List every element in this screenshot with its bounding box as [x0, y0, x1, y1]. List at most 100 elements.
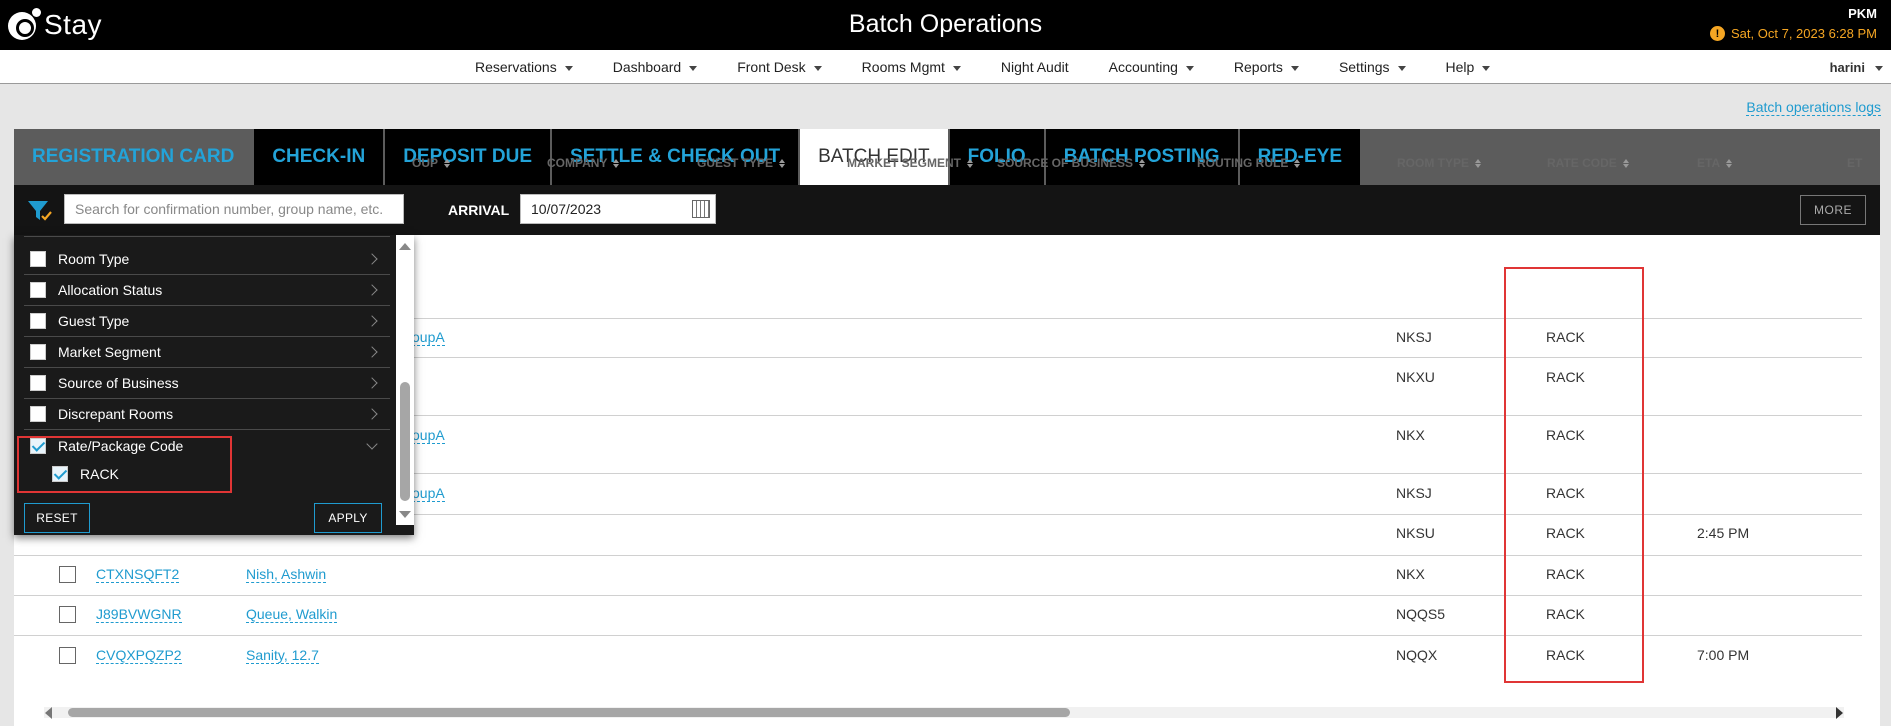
filter-item-allocation-status[interactable]: Allocation Status: [24, 275, 390, 306]
apply-button[interactable]: APPLY: [314, 503, 382, 533]
filter-item-label: Allocation Status: [58, 282, 163, 298]
scroll-left-icon[interactable]: [45, 707, 52, 719]
menu-item-help[interactable]: Help: [1446, 59, 1491, 75]
column-header-routing-rule[interactable]: ROUTING RULE: [1197, 156, 1301, 170]
row-checkbox[interactable]: [59, 606, 76, 623]
hotel-code[interactable]: PKM: [1848, 6, 1877, 21]
app-logo[interactable]: Stay: [8, 6, 102, 44]
chevron-down-icon: [1482, 65, 1491, 71]
room-type-cell: NKX: [1396, 427, 1425, 443]
menu-item-reservations[interactable]: Reservations: [475, 59, 573, 75]
filter-scrollbar[interactable]: [396, 235, 414, 525]
guest-name-link[interactable]: Queue, Walkin: [246, 606, 338, 623]
top-header: Stay Batch Operations PKM ! Sat, Oct 7, …: [0, 0, 1891, 50]
tab-deposit-due[interactable]: DEPOSIT DUE: [385, 129, 553, 185]
sort-icon: [1475, 158, 1482, 168]
filter-item-source-of-business[interactable]: Source of Business: [24, 368, 390, 399]
logo-text: Stay: [44, 9, 103, 40]
menu-item-settings[interactable]: Settings: [1339, 59, 1406, 75]
horizontal-scroll-thumb[interactable]: [68, 708, 1070, 717]
chevron-right-icon: [366, 284, 378, 296]
column-header-eta[interactable]: ETA: [1697, 156, 1733, 170]
filter-item-label: Guest Type: [58, 313, 130, 329]
menu-item-accounting[interactable]: Accounting: [1109, 59, 1194, 75]
scroll-up-icon[interactable]: [399, 243, 411, 250]
room-type-cell: NQQX: [1396, 647, 1438, 663]
checkbox[interactable]: [30, 313, 46, 329]
chevron-right-icon: [366, 315, 378, 327]
menu-item-label: Reports: [1233, 59, 1283, 75]
column-header-company[interactable]: COMPANY: [547, 156, 620, 170]
menu-item-reports[interactable]: Reports: [1234, 59, 1299, 75]
group-link[interactable]: oupA: [412, 329, 445, 346]
sort-icon: [613, 158, 620, 168]
column-header-rate-code[interactable]: RATE CODE: [1547, 156, 1629, 170]
reset-button[interactable]: RESET: [24, 503, 90, 533]
sort-icon: [1726, 158, 1733, 168]
filter-icon[interactable]: [26, 198, 54, 224]
business-date-text: Sat, Oct 7, 2023 6:28 PM: [1731, 26, 1877, 41]
confirmation-link[interactable]: CVQXPQZP2: [96, 647, 182, 664]
sort-icon: [779, 158, 786, 168]
checkbox[interactable]: [30, 344, 46, 360]
menu-items: Reservations Dashboard Front Desk Rooms Mgm…: [475, 50, 1530, 84]
column-header-guest-type[interactable]: GUEST TYPE: [697, 156, 786, 170]
chevron-down-icon: [1397, 65, 1406, 71]
filter-item-room-type[interactable]: Room Type: [24, 244, 390, 275]
guest-name-link[interactable]: Nish, Ashwin: [246, 566, 327, 583]
column-header-group[interactable]: OUP: [412, 156, 451, 170]
menu-item-night-audit[interactable]: Night Audit: [1001, 59, 1069, 75]
menu-item-label: Help: [1445, 59, 1475, 75]
filter-item-guest-type[interactable]: Guest Type: [24, 306, 390, 337]
column-header-market-segment[interactable]: MARKET SEGMENT: [847, 156, 973, 170]
tab-registration-card[interactable]: REGISTRATION CARD: [14, 129, 255, 185]
checkbox[interactable]: [30, 282, 46, 298]
rate-code-highlight: [1504, 267, 1644, 683]
row-checkbox[interactable]: [59, 566, 76, 583]
confirmation-link[interactable]: J89BVWGNR: [96, 606, 182, 623]
scroll-right-icon[interactable]: [1836, 707, 1843, 719]
eta-cell: 2:45 PM: [1697, 525, 1750, 541]
search-input[interactable]: [64, 194, 404, 224]
checkbox[interactable]: [30, 375, 46, 391]
checkbox[interactable]: [30, 251, 46, 267]
sort-icon: [1622, 158, 1629, 168]
scroll-down-icon[interactable]: [399, 511, 411, 518]
chevron-down-icon: [366, 437, 378, 450]
group-link[interactable]: oupA: [412, 427, 445, 444]
rate-package-highlight: [17, 436, 232, 493]
filter-item-partial: [24, 235, 390, 237]
arrival-date-input[interactable]: [520, 194, 716, 224]
filter-scroll-thumb[interactable]: [400, 382, 410, 501]
user-menu[interactable]: harini: [1830, 50, 1883, 84]
filter-bar: ARRIVAL MORE: [14, 185, 1880, 235]
tab-check-in[interactable]: CHECK-IN: [254, 129, 386, 185]
confirmation-link[interactable]: CTXNSQFT2: [96, 566, 180, 583]
column-header-source-of-business[interactable]: SOURCE OF BUSINESS: [997, 156, 1146, 170]
chevron-down-icon: [1875, 65, 1883, 71]
menu-item-rooms-mgmt[interactable]: Rooms Mgmt: [862, 59, 961, 75]
calendar-icon[interactable]: [692, 200, 710, 218]
column-header-room-type[interactable]: ROOM TYPE: [1397, 156, 1482, 170]
column-header-etd[interactable]: ET: [1847, 156, 1862, 170]
menu-item-front-desk[interactable]: Front Desk: [737, 59, 822, 75]
chevron-down-icon: [689, 65, 698, 71]
menu-item-dashboard[interactable]: Dashboard: [613, 59, 698, 75]
menu-item-label: Dashboard: [612, 59, 682, 75]
room-type-cell: NKSJ: [1396, 329, 1432, 345]
checkbox[interactable]: [30, 406, 46, 422]
room-type-cell: NKSU: [1396, 525, 1435, 541]
more-button[interactable]: MORE: [1800, 195, 1866, 225]
group-link[interactable]: oupA: [412, 485, 445, 502]
chevron-down-icon: [1185, 65, 1194, 71]
row-checkbox[interactable]: [59, 647, 76, 664]
sort-icon: [1294, 158, 1301, 168]
sort-icon: [1139, 158, 1146, 168]
menu-item-label: Night Audit: [1000, 59, 1069, 75]
filter-item-discrepant-rooms[interactable]: Discrepant Rooms: [24, 399, 390, 430]
filter-item-market-segment[interactable]: Market Segment: [24, 337, 390, 368]
filter-dropdown: Room Type Allocation Status Guest Type M…: [14, 235, 414, 535]
batch-logs-link[interactable]: Batch operations logs: [1746, 99, 1881, 116]
eta-cell: 7:00 PM: [1697, 647, 1750, 663]
guest-name-link[interactable]: Sanity, 12.7: [246, 647, 319, 664]
